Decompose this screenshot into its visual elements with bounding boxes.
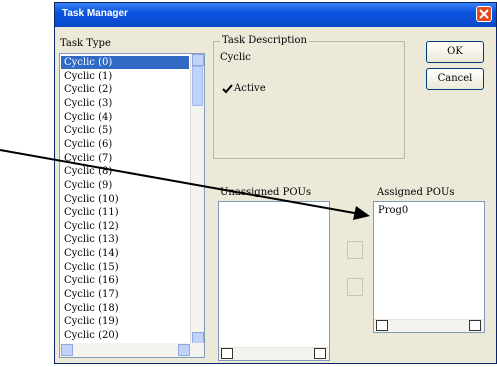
annotation-arrow <box>0 149 370 220</box>
